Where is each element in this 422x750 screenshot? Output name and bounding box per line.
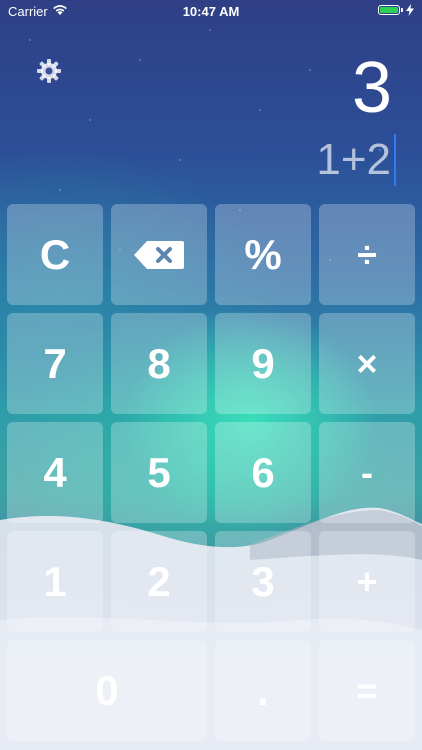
plus-button[interactable]: + [319,531,415,632]
battery-tip [401,8,403,12]
digit-1-button[interactable]: 1 [7,531,103,632]
decimal-button[interactable]: . [215,640,311,741]
battery-icon [378,5,400,15]
backspace-icon [134,240,184,269]
digit-3-button[interactable]: 3 [215,531,311,632]
status-bar: Carrier 10:47 AM [0,0,422,22]
calculator-screen: Carrier 10:47 AM 3 1+2 C % ÷ 7 8 9 × 4 5… [0,0,422,750]
multiply-button[interactable]: × [319,313,415,414]
digit-7-button[interactable]: 7 [7,313,103,414]
divide-button[interactable]: ÷ [319,204,415,305]
digit-9-button[interactable]: 9 [215,313,311,414]
digit-8-button[interactable]: 8 [111,313,207,414]
clock-time: 10:47 AM [182,4,240,19]
gear-icon[interactable] [36,58,62,84]
digit-2-button[interactable]: 2 [111,531,207,632]
digit-0-button[interactable]: 0 [7,640,207,741]
charging-bolt-icon [406,4,414,16]
minus-button[interactable]: - [319,422,415,523]
keypad: C % ÷ 7 8 9 × 4 5 6 - 1 2 3 + 0 . = [7,204,415,744]
backspace-button[interactable] [111,204,207,305]
expression-display[interactable]: 1+2 [316,134,396,186]
result-display: 3 [351,48,392,128]
digit-5-button[interactable]: 5 [111,422,207,523]
digit-4-button[interactable]: 4 [7,422,103,523]
percent-button[interactable]: % [215,204,311,305]
battery-level-fill [380,7,398,13]
clear-button[interactable]: C [7,204,103,305]
expression-text: 1+2 [316,135,391,184]
digit-6-button[interactable]: 6 [215,422,311,523]
text-cursor [394,134,396,186]
equals-button[interactable]: = [319,640,415,741]
